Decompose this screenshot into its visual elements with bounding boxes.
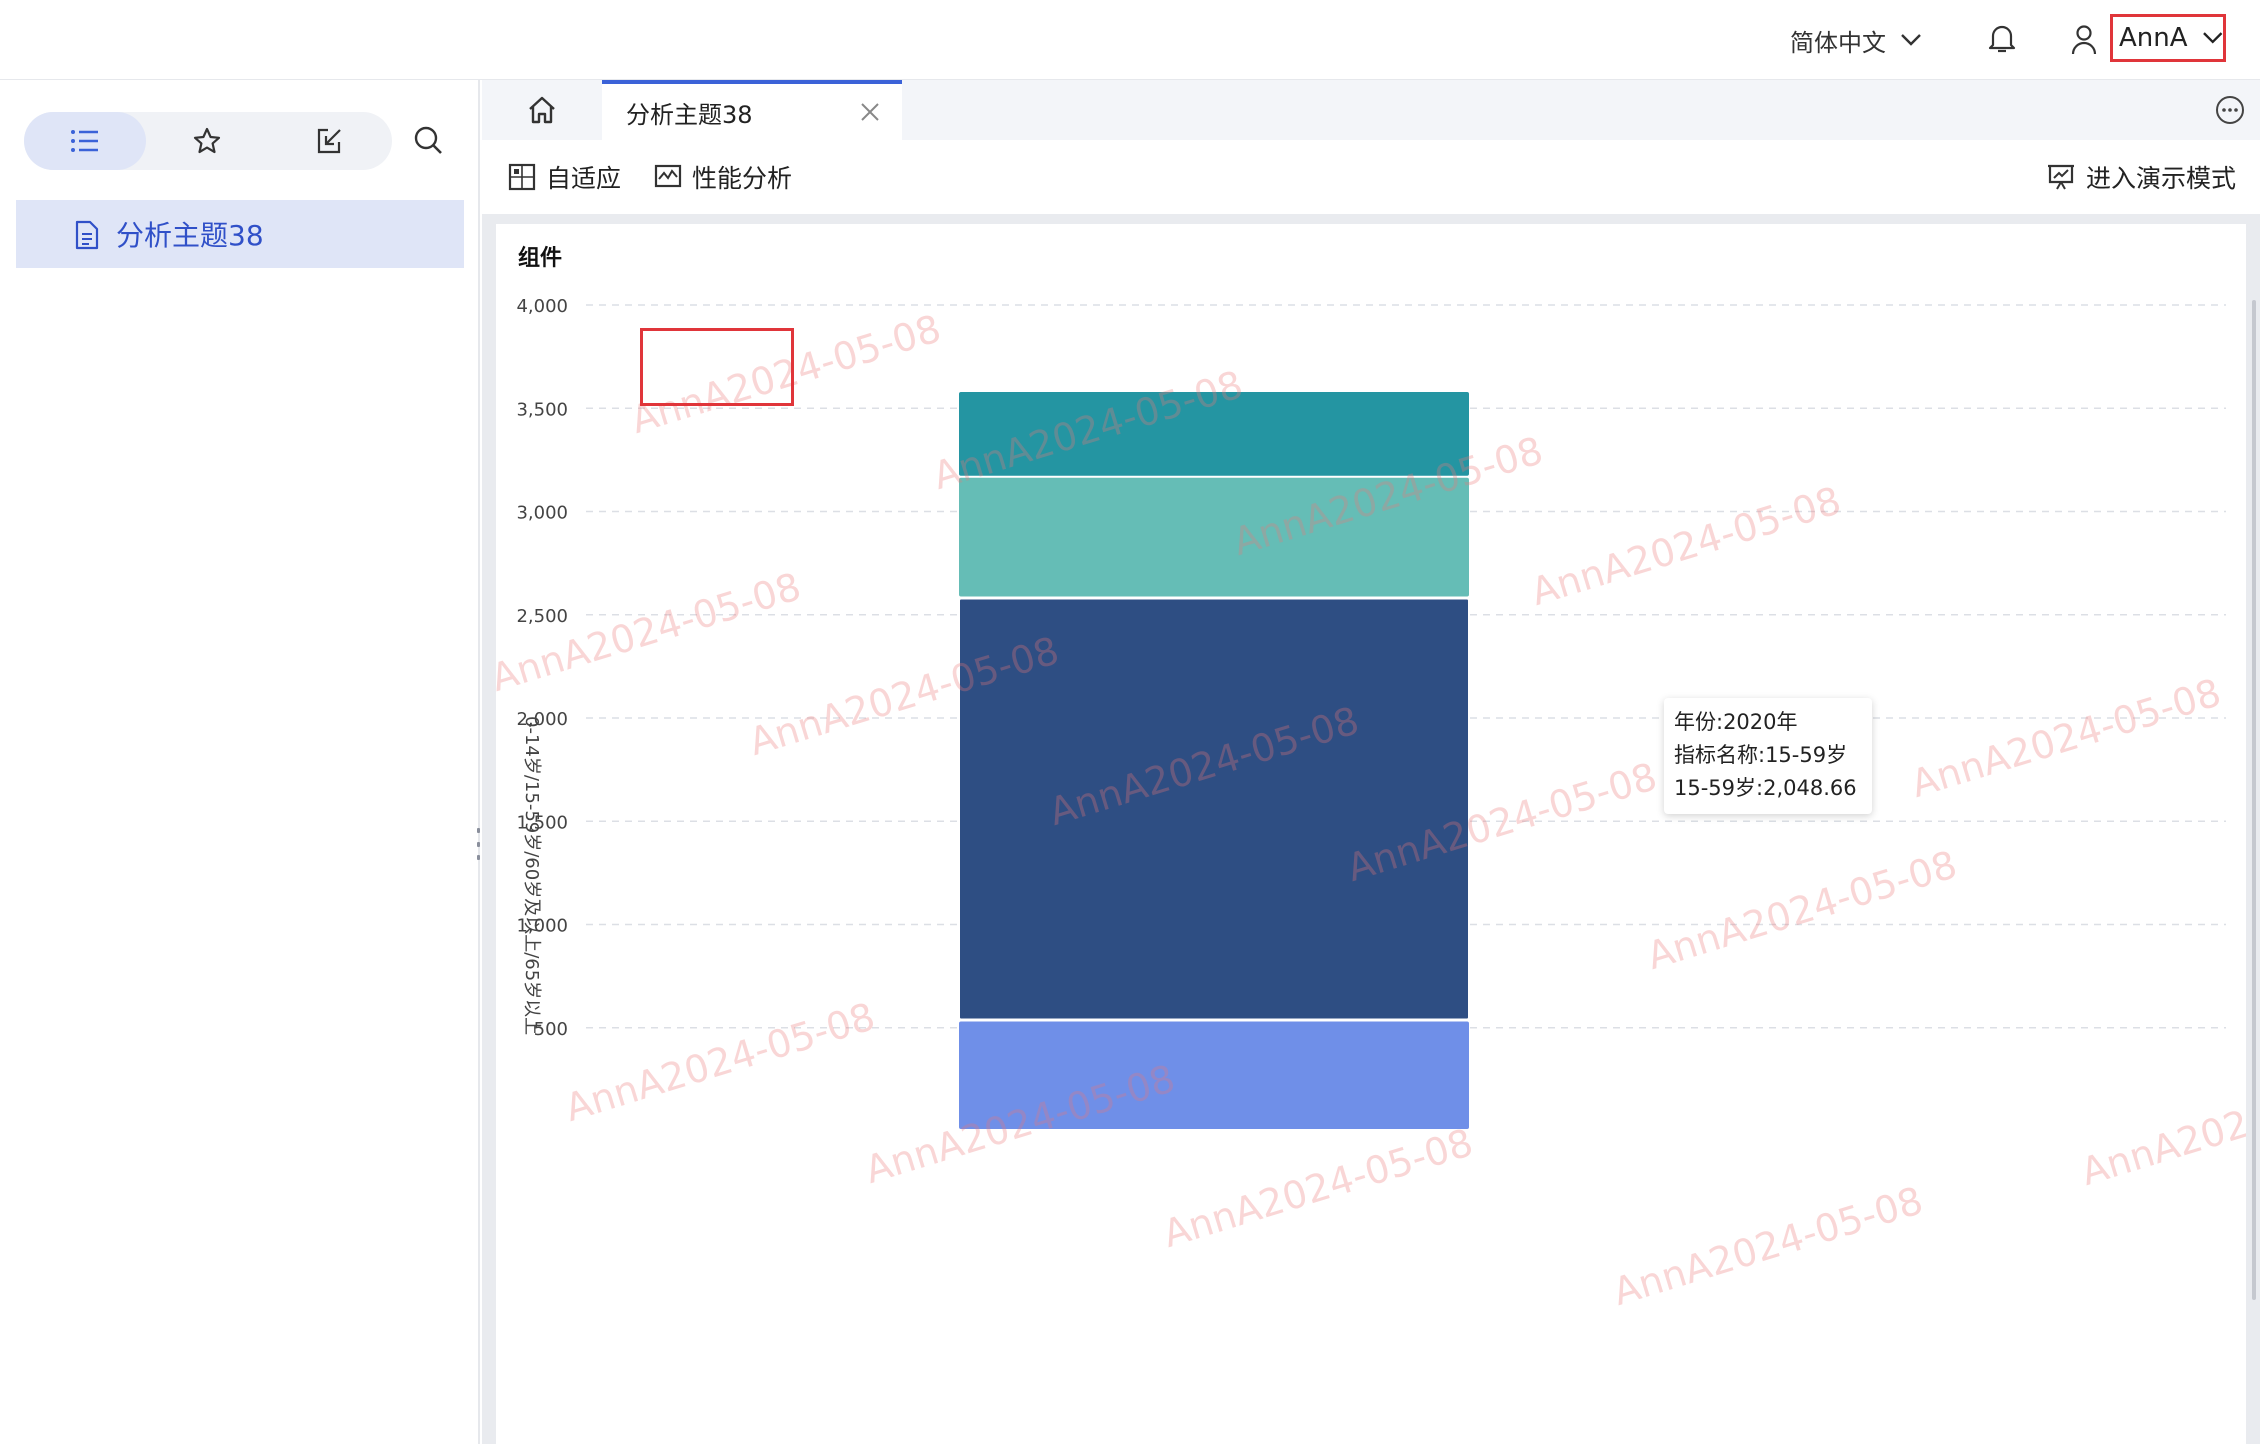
more-options-icon[interactable] [2214,94,2246,126]
search-icon[interactable] [408,120,448,160]
performance-icon [654,164,682,188]
highlight-annotation-box [640,328,794,406]
adapt-icon [508,163,536,191]
toolbar: 自适应 性能分析 进入演示模式 [482,140,2260,214]
sidebar: 分析主题38 [0,80,480,1444]
chart-component[interactable]: 组件 500 1,000 1,500 2,000 2,500 3,000 3,500 4,00… [496,224,2246,1444]
export-icon [317,128,341,154]
language-label: 简体中文 [1790,28,1886,57]
bar-segment [958,597,1470,1021]
tooltip-line-year: 年份:2020年 [1674,710,1798,734]
tooltip-line-value: 15-59岁:2,048.66 [1674,776,1857,800]
notification-bell-icon[interactable] [1982,18,2022,58]
sidebar-item-analysis-topic[interactable]: 分析主题38 [16,200,464,268]
chart-tooltip: 年份:2020年 指标名称:15-59岁 15-59岁:2,048.66 [1664,698,1872,814]
stacked-bar-chart[interactable]: 5001,0001,5002,0002,5003,0003,5004,0000-… [496,224,2246,1444]
y-tick-label: 2,500 [516,606,568,627]
user-menu-button[interactable]: AnnA [2110,14,2226,62]
export-button[interactable] [268,112,390,170]
tab-bar: 分析主题38 [482,80,2260,140]
adapt-button[interactable]: 自适应 [508,157,621,197]
user-name: AnnA [2119,23,2188,53]
top-bar: 简体中文 AnnA [0,0,2260,80]
home-icon [529,96,555,124]
tooltip-line-indicator: 指标名称:15-59岁 [1674,743,1848,767]
performance-label: 性能分析 [692,164,793,193]
tab-home[interactable] [482,80,602,140]
adapt-label: 自适应 [546,164,622,193]
bar-segment [959,477,1469,597]
presentation-mode-button[interactable]: 进入演示模式 [2046,157,2236,197]
favorites-button[interactable] [146,112,268,170]
performance-analysis-button[interactable]: 性能分析 [654,157,792,197]
document-icon [75,220,99,250]
y-tick-label: 3,500 [516,399,568,420]
presentation-label: 进入演示模式 [2085,164,2236,193]
sidebar-view-switch [24,112,392,170]
user-icon[interactable] [2068,20,2100,60]
language-selector[interactable]: 简体中文 [1790,20,1922,60]
chevron-down-icon [1901,34,1921,46]
y-tick-label: 3,000 [516,503,568,524]
vertical-scrollbar[interactable] [2252,300,2256,1300]
close-icon[interactable] [858,100,882,124]
dashboard-canvas: 组件 500 1,000 1,500 2,000 2,500 3,000 3,500 4,00… [482,214,2260,1444]
bar-segment [959,392,1469,476]
list-view-button[interactable] [24,112,146,170]
presentation-icon [2047,164,2074,190]
sidebar-resize-handle[interactable] [474,828,482,860]
star-icon [193,127,221,154]
list-icon [71,130,98,152]
y-axis-label: 0-14岁/15-59岁/60岁及以上/65岁以上 [521,716,542,1035]
tab-label: 分析主题38 [626,100,753,129]
sidebar-item-label: 分析主题38 [116,219,264,252]
tab-analysis-topic[interactable]: 分析主题38 [602,80,902,140]
y-tick-label: 4,000 [516,296,568,317]
chevron-down-icon [2202,32,2222,44]
bar-segment [959,1021,1469,1129]
